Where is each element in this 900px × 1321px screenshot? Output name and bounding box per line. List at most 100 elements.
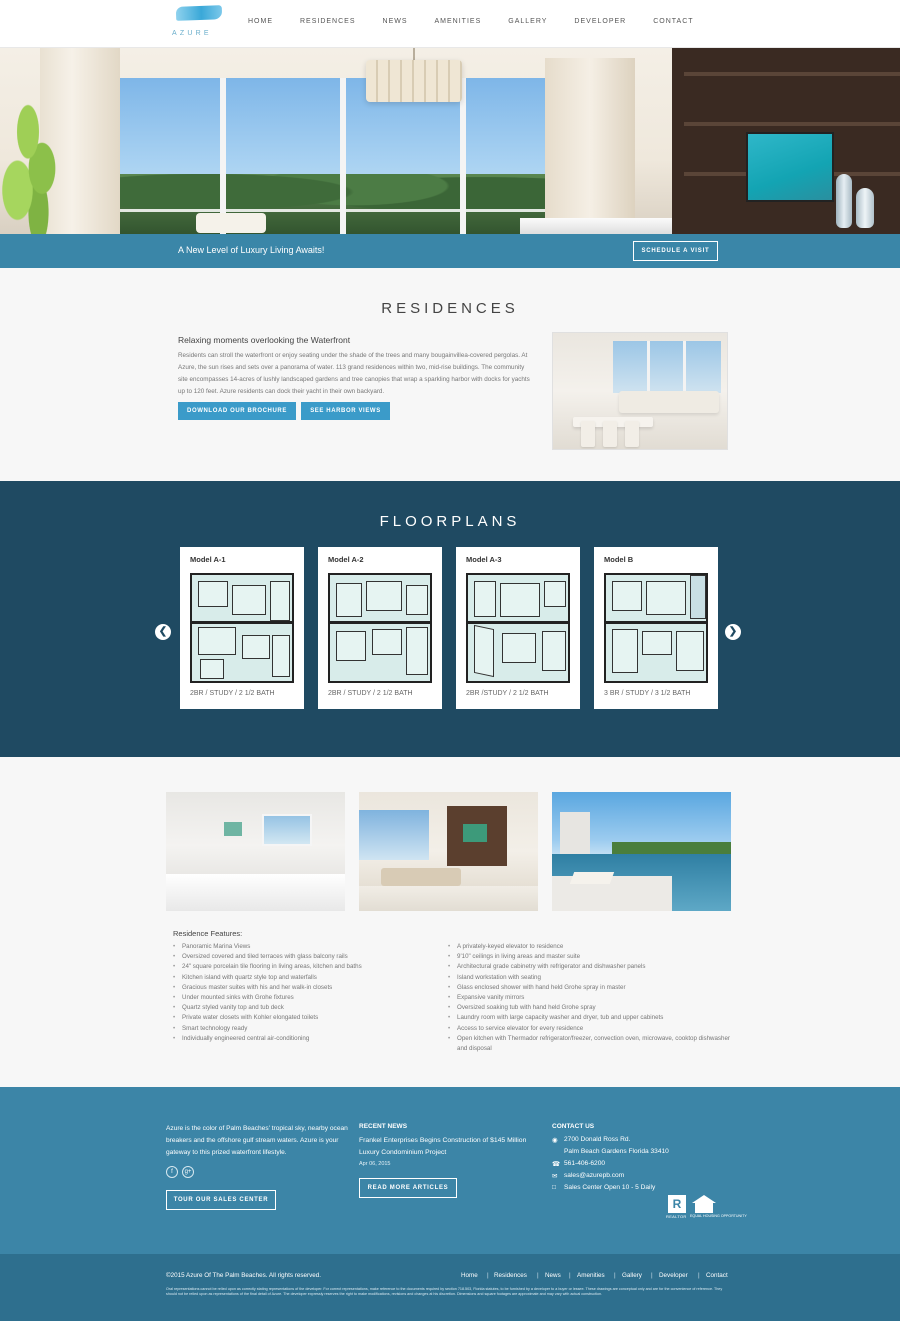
footer-link-home[interactable]: Home	[461, 1272, 478, 1279]
plan-room	[200, 659, 224, 679]
plan-room	[372, 629, 402, 655]
envelope-icon: ✉	[552, 1173, 558, 1180]
plan-room	[198, 581, 228, 607]
footer-link-news[interactable]: News	[545, 1272, 561, 1279]
nav-amenities[interactable]: AMENITIES	[435, 18, 482, 25]
feature-item: Architectural grade cabinetry with refri…	[448, 962, 738, 972]
recent-news-heading: RECENT NEWS	[359, 1123, 408, 1130]
floorplan-card[interactable]: Model B 3 BR / STUDY / 3 1/2 BATH	[594, 547, 718, 709]
equal-housing-icon	[691, 1195, 717, 1213]
nav-developer[interactable]: DEVELOPER	[574, 18, 626, 25]
phone-number[interactable]: 561-406-6200	[564, 1160, 605, 1167]
footer-link-developer[interactable]: Developer	[659, 1272, 688, 1279]
hero-trees	[120, 174, 545, 234]
hero-vase	[856, 188, 874, 228]
tour-sales-center-button[interactable]: TOUR OUR SALES CENTER	[166, 1190, 276, 1210]
news-headline-link[interactable]: Frankel Enterprises Begins Construction …	[359, 1135, 539, 1159]
schedule-visit-button[interactable]: SCHEDULE A VISIT	[633, 241, 718, 261]
eho-body	[695, 1203, 713, 1213]
features-title: Residence Features:	[173, 929, 243, 938]
harbor-views-button[interactable]: SEE HARBOR VIEWS	[301, 402, 390, 420]
plan-room	[366, 581, 402, 611]
features-list-right: A privately-keyed elevator to residence …	[448, 942, 738, 1054]
feature-item: Glass enclosed shower with hand held Gro…	[448, 983, 738, 993]
nav-contact[interactable]: CONTACT	[653, 18, 693, 25]
plan-room	[336, 583, 362, 617]
chevron-left-icon: ❮	[158, 626, 168, 637]
nav-gallery[interactable]: GALLERY	[508, 18, 547, 25]
nav-news[interactable]: NEWS	[383, 18, 408, 25]
footer-link-amenities[interactable]: Amenities	[577, 1272, 605, 1279]
feature-item: Oversized soaking tub with hand held Gro…	[448, 1003, 738, 1013]
plan-wall	[192, 621, 292, 624]
nav-home[interactable]: HOME	[248, 18, 273, 25]
download-brochure-button[interactable]: DOWNLOAD OUR BROCHURE	[178, 402, 296, 420]
gallery-photo-terrace[interactable]	[552, 792, 731, 911]
cta-banner: A New Level of Luxury Living Awaits!	[0, 234, 900, 268]
floorplans-title: FLOORPLANS	[379, 513, 521, 530]
logo-swash-icon	[175, 5, 223, 21]
photo-chair	[581, 421, 595, 447]
hero-balcony-rail	[120, 209, 545, 212]
phone-icon: ☎	[552, 1161, 561, 1168]
photo-building	[560, 812, 590, 856]
feature-item: Smart technology ready	[173, 1024, 443, 1034]
gallery-photo-living-room[interactable]	[359, 792, 538, 911]
chevron-right-icon: ❯	[728, 626, 738, 637]
copyright-text: ©2015 Azure Of The Palm Beaches. All rig…	[166, 1272, 322, 1279]
google-plus-icon[interactable]: g+	[182, 1166, 194, 1178]
news-date: Apr 06, 2015	[359, 1161, 391, 1167]
carousel-next-arrow[interactable]: ❯	[725, 624, 741, 640]
plan-room	[242, 635, 270, 659]
feature-item: 9'10" ceilings in living areas and maste…	[448, 952, 738, 962]
feature-item: Oversized covered and tiled terraces wit…	[173, 952, 443, 962]
address-line-2: Palm Beach Gardens Florida 33410	[564, 1148, 669, 1155]
equal-housing-label: EQUAL HOUSING OPPORTUNITY	[690, 1214, 747, 1218]
feature-item: Access to service elevator for every res…	[448, 1024, 738, 1034]
plan-room	[474, 624, 494, 678]
photo-counter	[166, 874, 345, 911]
plan-room	[474, 581, 496, 617]
calendar-icon: □	[552, 1184, 556, 1191]
gallery-photo-kitchen[interactable]	[166, 792, 345, 911]
plan-room	[676, 631, 704, 671]
footer-link-contact[interactable]: Contact	[706, 1272, 728, 1279]
carousel-prev-arrow[interactable]: ❮	[155, 624, 171, 640]
feature-item: A privately-keyed elevator to residence	[448, 942, 738, 952]
feature-item: Gracious master suites with his and her …	[173, 983, 443, 993]
azure-logo[interactable]: AZURE	[172, 5, 232, 40]
feature-item: Kitchen island with quartz style top and…	[173, 973, 443, 983]
plan-room	[542, 631, 566, 671]
plan-room	[502, 633, 536, 663]
floorplan-drawing	[466, 573, 570, 683]
residences-photo	[553, 333, 727, 449]
footer-link-residences[interactable]: Residences	[494, 1272, 527, 1279]
nav-residences[interactable]: RESIDENCES	[300, 18, 356, 25]
facebook-icon[interactable]: f	[166, 1166, 178, 1178]
floorplan-drawing	[328, 573, 432, 683]
hero-vase	[836, 174, 852, 228]
banner-tagline: A New Level of Luxury Living Awaits!	[178, 245, 325, 255]
floorplan-card[interactable]: Model A-1 2BR / STUDY / 2 1/2 BATH	[180, 547, 304, 709]
plan-room	[406, 585, 428, 615]
floorplan-card[interactable]: Model A-2 2BR / STUDY / 2 1/2 BATH	[318, 547, 442, 709]
email-link[interactable]: sales@azurepb.com	[564, 1172, 624, 1179]
read-more-articles-button[interactable]: READ MORE ARTICLES	[359, 1178, 457, 1198]
photo-chair	[603, 421, 617, 447]
hero-window-frame	[220, 78, 226, 234]
footer-link-gallery[interactable]: Gallery	[622, 1272, 642, 1279]
footer-separator: |	[569, 1272, 571, 1279]
eho-roof	[692, 1195, 716, 1203]
lamp-rod	[413, 48, 415, 60]
logo-text: AZURE	[172, 30, 212, 37]
hero-image	[0, 48, 900, 234]
photo-artwork	[224, 822, 242, 836]
floorplan-card[interactable]: Model A-3 2BR /STUDY / 2 1/2 BATH	[456, 547, 580, 709]
floorplan-drawing	[190, 573, 294, 683]
floorplan-caption: 2BR / STUDY / 2 1/2 BATH	[328, 690, 413, 697]
plan-room	[690, 575, 706, 619]
feature-item: Private water closets with Kohler elonga…	[173, 1013, 443, 1023]
site-header: AZURE HOME RESIDENCES NEWS AMENITIES GAL…	[0, 0, 900, 48]
feature-item: Laundry room with large capacity washer …	[448, 1013, 738, 1023]
hero-chairs	[196, 213, 266, 233]
